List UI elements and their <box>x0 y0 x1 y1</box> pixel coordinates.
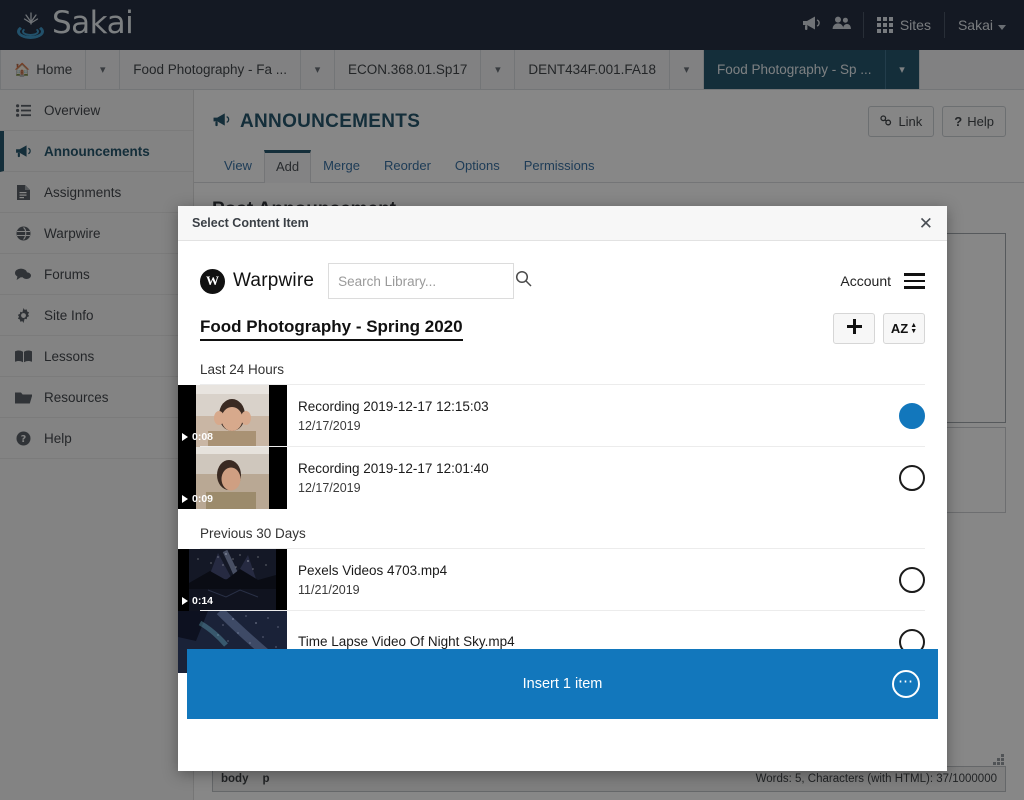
modal-title: Select Content Item <box>192 216 309 230</box>
list-item[interactable]: 0:09 Recording 2019-12-17 12:01:40 12/17… <box>178 446 925 509</box>
group-label-last-24-hours: Last 24 Hours <box>200 362 285 377</box>
add-media-button[interactable] <box>833 313 875 344</box>
warpwire-logo-icon: W <box>200 268 225 294</box>
select-radio[interactable] <box>899 464 925 491</box>
group-label-previous-30-days: Previous 30 Days <box>200 526 306 541</box>
search-icon[interactable] <box>515 270 532 292</box>
select-content-item-modal: Select Content Item ✕ W Warpwire Account <box>178 206 947 771</box>
account-label: Account <box>840 273 891 289</box>
video-thumbnail[interactable]: 0:14 <box>178 549 287 611</box>
plus-icon <box>846 318 863 340</box>
video-thumbnail[interactable]: 0:09 <box>178 447 287 509</box>
close-icon[interactable]: ✕ <box>919 215 933 232</box>
app-root: Sakai <box>0 0 1024 800</box>
list-item[interactable]: 0:14 Pexels Videos 4703.mp4 11/21/2019 <box>178 548 925 611</box>
library-title[interactable]: Food Photography - Spring 2020 <box>200 317 463 341</box>
insert-items-label: Insert 1 item <box>522 676 603 692</box>
warpwire-logo[interactable]: W Warpwire <box>200 268 315 294</box>
video-date: 12/17/2019 <box>298 418 361 433</box>
video-duration-text: 0:08 <box>192 431 214 443</box>
warpwire-toolbar: W Warpwire Account <box>178 241 947 299</box>
video-title: Recording 2019-12-17 12:01:40 <box>298 460 489 476</box>
video-thumbnail[interactable]: 0:08 <box>178 385 287 447</box>
ellipsis-icon[interactable]: ⋯ <box>892 670 920 698</box>
video-title: Pexels Videos 4703.mp4 <box>298 562 448 578</box>
sort-button[interactable]: AZ ▲ ▼ <box>883 313 925 344</box>
video-duration-text: 0:14 <box>192 595 214 607</box>
video-duration: 0:08 <box>182 431 213 443</box>
warpwire-wordmark: Warpwire <box>233 270 315 291</box>
hamburger-icon[interactable] <box>904 273 925 289</box>
list-item[interactable]: 0:08 Recording 2019-12-17 12:15:03 12/17… <box>178 384 925 447</box>
video-title: Recording 2019-12-17 12:15:03 <box>298 398 489 414</box>
modal-header: Select Content Item ✕ <box>178 206 947 241</box>
video-title: Time Lapse Video Of Night Sky.mp4 <box>298 634 515 649</box>
select-radio[interactable] <box>899 566 925 593</box>
video-duration: 0:09 <box>182 493 213 505</box>
insert-items-button[interactable]: Insert 1 item ⋯ <box>187 649 938 719</box>
sort-az-icon: AZ ▲ ▼ <box>890 321 918 336</box>
sort-button-label: AZ <box>890 321 909 336</box>
select-radio[interactable] <box>899 402 925 429</box>
account-menu[interactable]: Account <box>840 273 925 289</box>
search-library-field[interactable] <box>328 263 532 299</box>
video-date: 12/17/2019 <box>298 480 361 495</box>
warpwire-logo-letter: W <box>206 273 219 288</box>
library-header: Food Photography - Spring 2020 AZ ▲ ▼ <box>178 299 947 344</box>
video-duration: 0:14 <box>182 595 213 607</box>
modal-body: W Warpwire Account Food Photography - Sp… <box>178 241 947 771</box>
search-input[interactable] <box>338 273 516 289</box>
video-date: 11/21/2019 <box>298 582 360 597</box>
video-duration-text: 0:09 <box>192 493 214 505</box>
